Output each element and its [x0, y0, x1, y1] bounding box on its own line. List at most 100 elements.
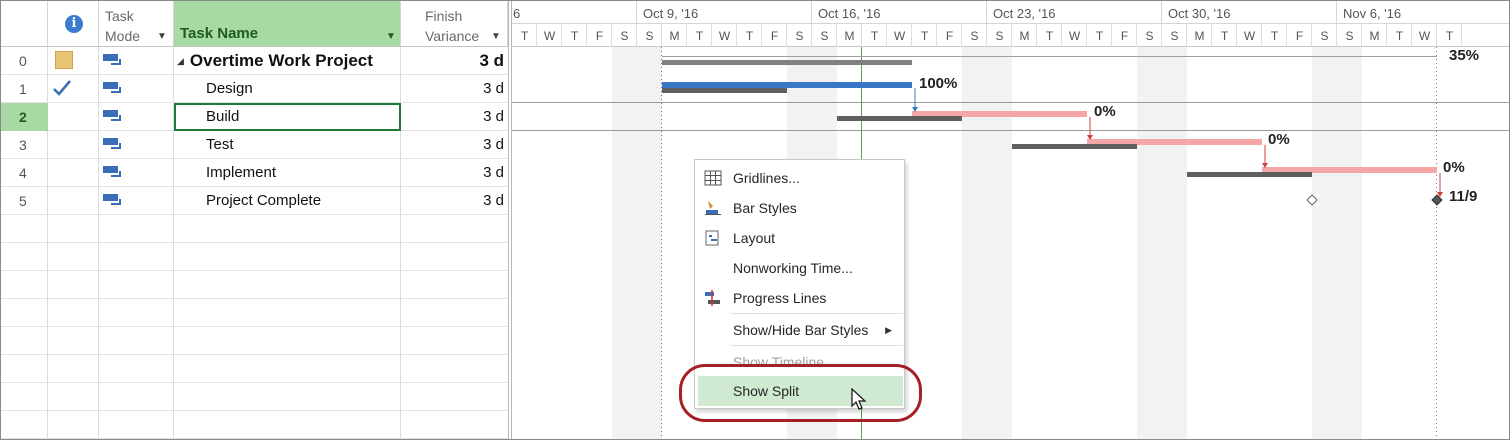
- id-column-header[interactable]: [1, 1, 48, 47]
- day-label: W: [719, 29, 731, 43]
- design-percent-label: 100%: [919, 75, 958, 92]
- task-mode-cell[interactable]: [99, 187, 174, 215]
- nonworking-shade: [962, 47, 987, 439]
- day-label: S: [1170, 29, 1178, 43]
- empty-row[interactable]: [1, 383, 508, 411]
- menu-item-show-hide-bar-styles[interactable]: Show/Hide Bar Styles ▶: [695, 315, 904, 345]
- task-mode-cell[interactable]: [99, 103, 174, 131]
- nonworking-shade: [612, 47, 637, 439]
- day-label: S: [995, 29, 1003, 43]
- table-row[interactable]: 1 Design 3 d: [1, 75, 508, 103]
- info-icon: i: [65, 15, 83, 33]
- empty-row[interactable]: [1, 411, 508, 439]
- task-name-cell[interactable]: Project Complete: [174, 187, 401, 215]
- row-id[interactable]: 3: [1, 131, 48, 159]
- day-label: F: [1121, 29, 1128, 43]
- milestone-diamond: [1431, 194, 1443, 206]
- table-row[interactable]: 2 Build 3 d: [1, 103, 508, 131]
- table-row[interactable]: 5 Project Complete 3 d: [1, 187, 508, 215]
- finish-variance-cell[interactable]: 3 d: [401, 47, 508, 75]
- collapse-triangle-icon[interactable]: ◢: [177, 56, 184, 66]
- task-name-cell[interactable]: ◢ Overtime Work Project: [174, 47, 401, 75]
- nonworking-shade: [637, 47, 662, 439]
- table-row[interactable]: 3 Test 3 d: [1, 131, 508, 159]
- row-id[interactable]: 5: [1, 187, 48, 215]
- menu-item-nonworking-time[interactable]: Nonworking Time...: [695, 253, 904, 283]
- task-name-cell[interactable]: Implement: [174, 159, 401, 187]
- empty-row[interactable]: [1, 271, 508, 299]
- task-mode-cell[interactable]: [99, 47, 174, 75]
- week-label: Oct 30, '16: [1168, 6, 1230, 21]
- menu-item-label: Layout: [733, 230, 776, 246]
- bar-styles-icon: [705, 201, 721, 215]
- day-label: S: [970, 29, 978, 43]
- menu-item-progress-lines[interactable]: Progress Lines: [695, 283, 904, 313]
- row-id[interactable]: 2: [1, 103, 48, 131]
- row-id[interactable]: 1: [1, 75, 48, 103]
- day-label: S: [645, 29, 653, 43]
- auto-scheduled-icon: [103, 82, 121, 94]
- menu-item-gridlines[interactable]: Gridlines...: [695, 163, 904, 193]
- day-label: S: [1320, 29, 1328, 43]
- mouse-cursor-icon: [851, 388, 867, 410]
- task-mode-cell[interactable]: [99, 159, 174, 187]
- task-name-cell[interactable]: Design: [174, 75, 401, 103]
- task-sheet: i Task Mode ▼ Task Name ▼ Finish Varianc…: [1, 1, 508, 439]
- day-label: F: [596, 29, 603, 43]
- task-mode-header-line2: Mode: [105, 28, 141, 44]
- nonworking-shade: [1162, 47, 1187, 439]
- empty-row[interactable]: [1, 327, 508, 355]
- task-mode-column-header[interactable]: Task Mode ▼: [99, 1, 174, 47]
- gantt-chart[interactable]: 6 Oct 9, '16 Oct 16, '16 Oct 23, '16 Oct 30,…: [512, 1, 1510, 440]
- empty-row[interactable]: [1, 215, 508, 243]
- row-id[interactable]: 4: [1, 159, 48, 187]
- day-label: M: [845, 29, 855, 43]
- day-label: T: [571, 29, 579, 43]
- day-label: T: [921, 29, 929, 43]
- auto-scheduled-icon: [103, 194, 121, 206]
- summary-baseline-bar: [662, 60, 912, 65]
- day-label: M: [1195, 29, 1205, 43]
- menu-item-label: Nonworking Time...: [733, 260, 853, 276]
- day-label: T: [1046, 29, 1054, 43]
- day-label: T: [1271, 29, 1279, 43]
- empty-row[interactable]: [1, 299, 508, 327]
- day-label: S: [795, 29, 803, 43]
- build-percent-label: 0%: [1094, 103, 1116, 120]
- indicators-column-header[interactable]: i: [48, 1, 99, 47]
- day-label: W: [1069, 29, 1081, 43]
- empty-row[interactable]: [1, 355, 508, 383]
- task-name-column-header[interactable]: Task Name ▼: [174, 1, 401, 47]
- day-label: F: [946, 29, 953, 43]
- finish-variance-cell[interactable]: 3 d: [401, 131, 508, 159]
- menu-item-label: Bar Styles: [733, 200, 797, 216]
- check-icon: [53, 80, 71, 96]
- chevron-down-icon[interactable]: ▼: [491, 31, 501, 42]
- gantt-canvas[interactable]: 6 Oct 9, '16 Oct 16, '16 Oct 23, '16 Oct 30,…: [512, 1, 1510, 440]
- chevron-down-icon[interactable]: ▼: [157, 31, 167, 42]
- finish-variance-cell[interactable]: 3 d: [401, 159, 508, 187]
- chevron-down-icon[interactable]: ▼: [386, 31, 396, 42]
- finish-variance-cell[interactable]: 3 d: [401, 187, 508, 215]
- week-label: 6: [513, 6, 520, 21]
- day-label: T: [1096, 29, 1104, 43]
- task-name-cell[interactable]: Test: [174, 131, 401, 159]
- table-row[interactable]: 4 Implement 3 d: [1, 159, 508, 187]
- task-mode-cell[interactable]: [99, 75, 174, 103]
- finish-variance-column-header[interactable]: Finish Variance ▼: [401, 1, 508, 47]
- finish-variance-header-line2: Variance: [425, 28, 480, 44]
- menu-item-bar-styles[interactable]: Bar Styles: [695, 193, 904, 223]
- menu-item-layout[interactable]: Layout: [695, 223, 904, 253]
- finish-variance-cell[interactable]: 3 d: [401, 75, 508, 103]
- empty-row[interactable]: [1, 243, 508, 271]
- finish-variance-cell[interactable]: 3 d: [401, 103, 508, 131]
- test-baseline-bar: [1012, 144, 1137, 149]
- task-mode-cell[interactable]: [99, 131, 174, 159]
- note-icon[interactable]: [55, 51, 73, 69]
- task-name-cell[interactable]: Build: [174, 103, 401, 131]
- summary-percent-label: 35%: [1449, 47, 1480, 64]
- day-label: T: [871, 29, 879, 43]
- row-id[interactable]: 0: [1, 47, 48, 75]
- table-row[interactable]: 0 ◢ Overtime Work Project 3 d: [1, 47, 508, 75]
- week-label: Oct 9, '16: [643, 6, 698, 21]
